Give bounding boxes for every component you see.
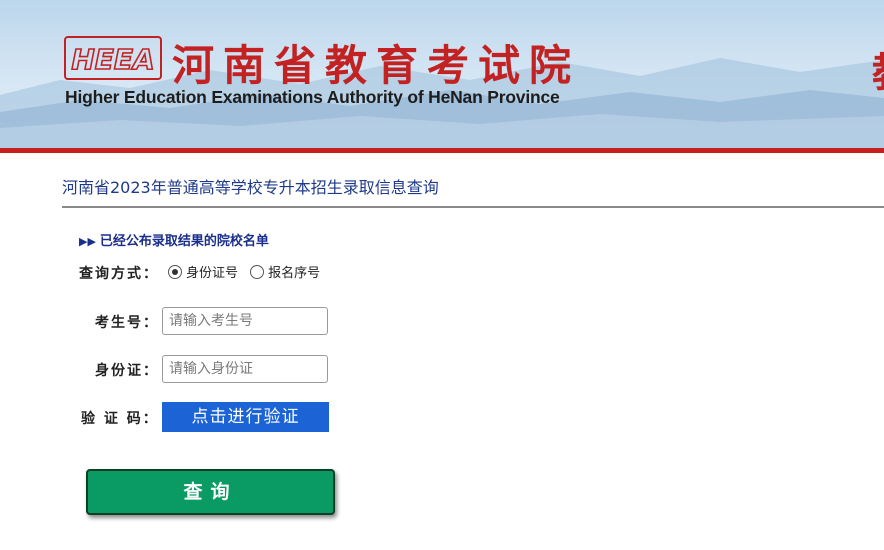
query-method-label: 查询方式： — [79, 266, 159, 282]
page-title: 河南省2023年普通高等学校专升本招生录取信息查询 — [62, 178, 439, 197]
radio-id-card[interactable]: 身份证号 — [168, 262, 238, 281]
radio-registration-no[interactable]: 报名序号 — [250, 262, 320, 281]
radio-unchecked-icon — [250, 264, 265, 279]
heea-logo-icon: HEEA — [64, 36, 162, 80]
title-divider — [62, 206, 884, 208]
radio-checked-icon — [168, 264, 182, 279]
published-schools-link[interactable]: ▶▶ 已经公布录取结果的院校名单 — [79, 230, 269, 249]
logo-text: HEEA — [71, 43, 154, 76]
query-button[interactable]: 查询 — [86, 469, 335, 515]
radio-id-card-label: 身份证号 — [186, 266, 239, 281]
radio-registration-no-label: 报名序号 — [268, 266, 321, 281]
published-schools-label: 已经公布录取结果的院校名单 — [99, 234, 269, 249]
banner-divider — [0, 148, 884, 153]
institution-title-en: Higher Education Examinations Authority … — [65, 87, 560, 107]
banner-cut-text: 教 — [872, 40, 884, 98]
header-banner: HEEA 河南省教育考试院 Higher Education Examinati… — [0, 0, 884, 148]
id-card-label: 身份证： — [95, 363, 159, 379]
double-arrow-icon: ▶▶ — [79, 235, 96, 248]
exam-number-label: 考生号： — [95, 315, 159, 331]
id-card-input[interactable] — [162, 355, 328, 383]
exam-number-input[interactable] — [162, 307, 328, 335]
query-method-radio-group: 身份证号 报名序号 — [168, 262, 328, 283]
institution-title-cn: 河南省教育考试院 — [172, 41, 581, 90]
captcha-verify-button[interactable]: 点击进行验证 — [162, 402, 329, 432]
captcha-label: 验 证 码： — [81, 411, 159, 427]
